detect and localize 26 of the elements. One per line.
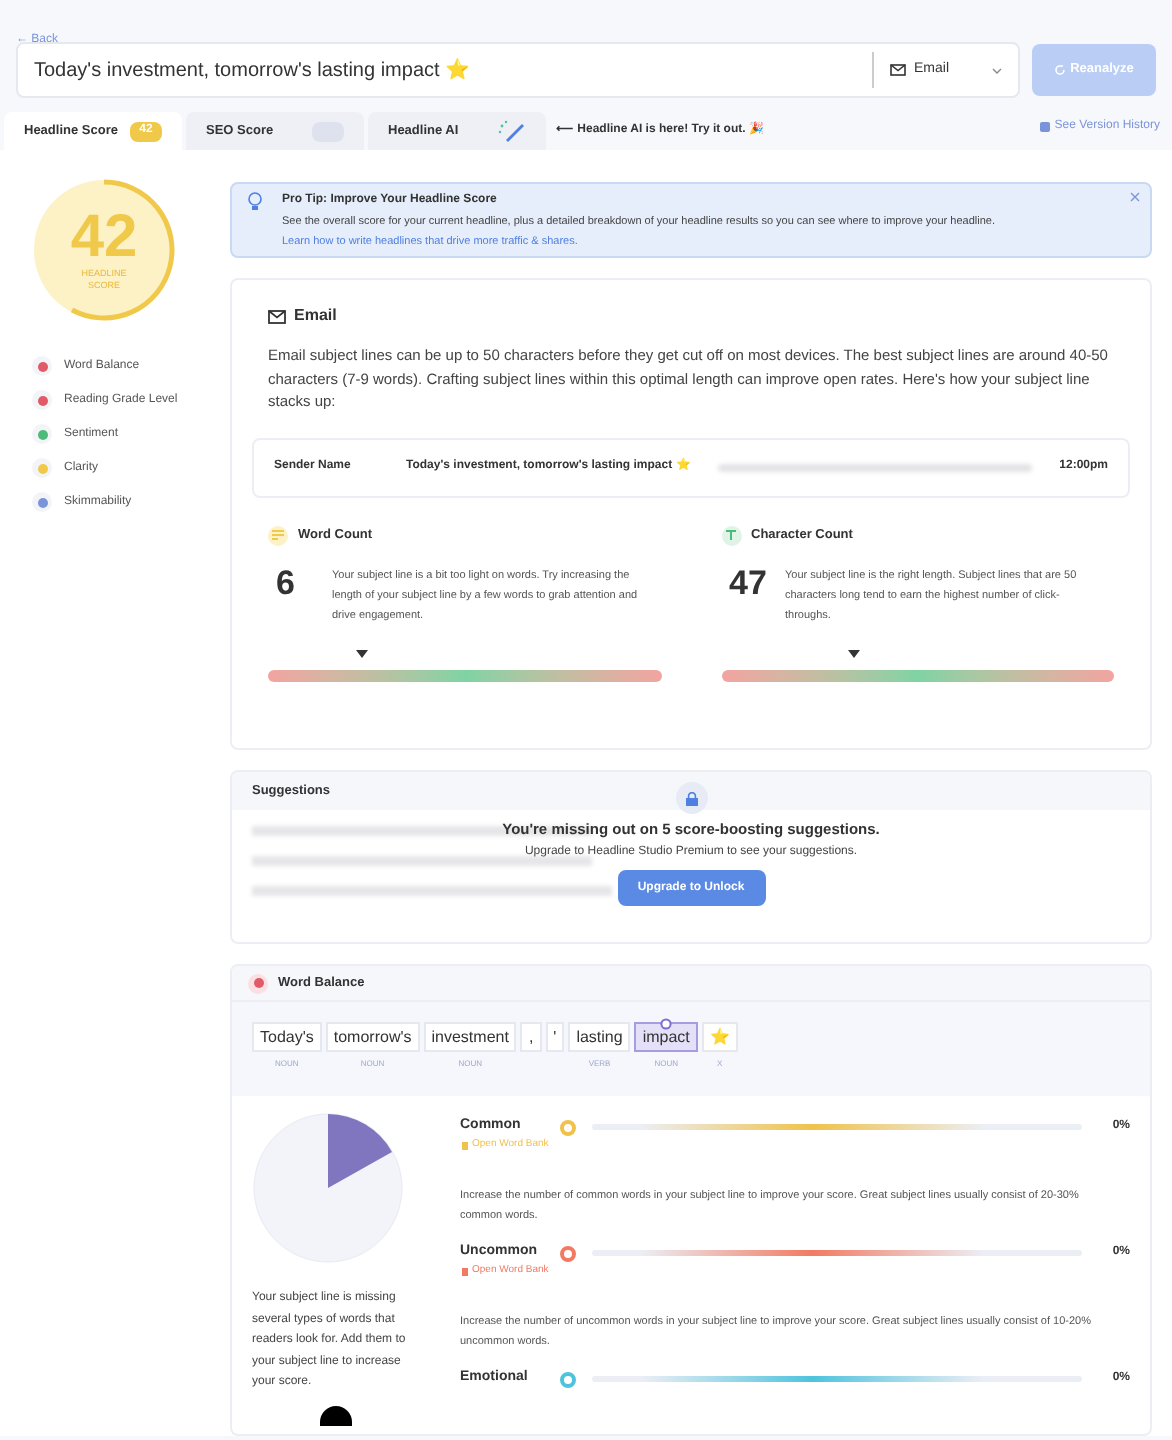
- envelope-icon: [268, 309, 286, 324]
- word-token[interactable]: investment: [423, 1022, 517, 1053]
- score-value: 42: [70, 208, 138, 268]
- word-token[interactable]: ': [545, 1022, 565, 1053]
- card-title: Email: [294, 304, 337, 329]
- chevron-down-icon: [992, 67, 1002, 73]
- bookmark-icon: [462, 1141, 468, 1150]
- refresh-icon: [1054, 64, 1067, 76]
- circle-handle-icon[interactable]: [660, 1018, 673, 1031]
- sparkle-pencil-icon: [498, 120, 526, 142]
- envelope-icon: [890, 64, 906, 76]
- metric-value: 6: [276, 565, 297, 606]
- word-token[interactable]: Today's: [252, 1022, 322, 1053]
- word-token[interactable]: lasting: [568, 1022, 631, 1053]
- word-token[interactable]: impact: [634, 1022, 698, 1053]
- metric-value: 47: [729, 565, 769, 606]
- lightbulb-icon: [248, 192, 262, 212]
- word-token[interactable]: ,: [520, 1022, 542, 1053]
- lines-icon: [268, 525, 288, 546]
- score-circle: [32, 178, 176, 322]
- avatar-placeholder: [320, 1405, 352, 1426]
- word-token[interactable]: tomorrow's: [325, 1022, 420, 1053]
- headline-text: Today's investment, tomorrow's lasting impact ⭐: [32, 56, 472, 85]
- letter-t-icon: [721, 525, 741, 546]
- close-icon[interactable]: [1130, 192, 1140, 202]
- bookmark-icon: [462, 1267, 468, 1276]
